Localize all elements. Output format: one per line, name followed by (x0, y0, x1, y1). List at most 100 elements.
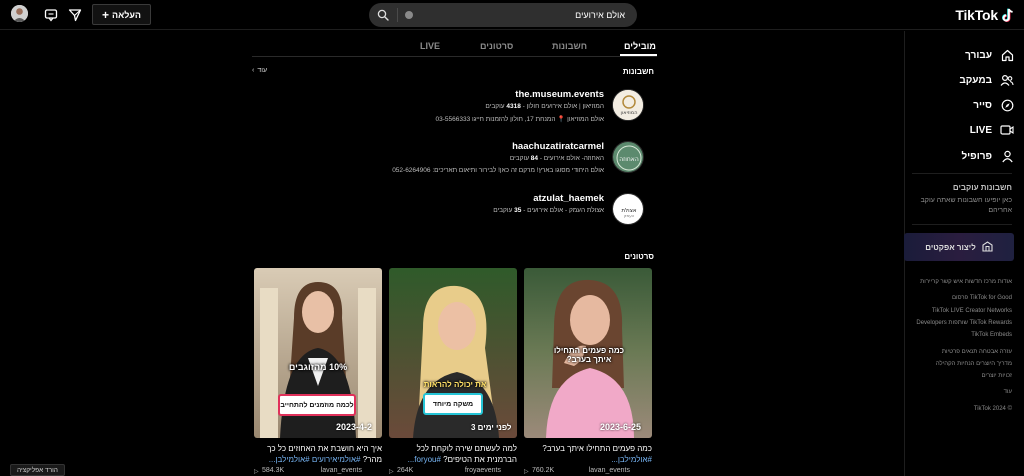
upload-button[interactable]: + העלאה (92, 4, 151, 25)
search-bar (369, 3, 637, 27)
video-card[interactable]: 10% מהזוגבים לכמה מוזמנים להתחייב 2023-4… (254, 268, 382, 476)
play-icon: ▷ (389, 469, 394, 475)
nav-live[interactable]: LIVE (970, 121, 1014, 139)
copyright: © TikTok 2024 (973, 406, 1012, 412)
see-more-link[interactable]: ‹ עוד (252, 67, 267, 74)
video-overlay-text: 10% מהזוגבים (288, 362, 348, 372)
account-avatar: אצולת העמק (612, 193, 644, 225)
tiktok-logo[interactable]: TikTok (955, 6, 1014, 24)
video-date: 2023-4-2 (336, 422, 373, 432)
video-caption[interactable]: איך היא חושבת את האחוזים כל כך מהר? #אול… (254, 443, 382, 465)
play-icon: ▷ (254, 469, 259, 475)
search-icon (377, 9, 389, 21)
upload-label: העלאה (112, 9, 142, 20)
video-date: 2023-6-25 (600, 422, 642, 432)
tab-videos[interactable]: סרטונים (480, 41, 513, 51)
footer-more-link[interactable]: עוד (1004, 389, 1012, 395)
account-avatar: המוזיאון (612, 89, 644, 121)
sidebar-divider (912, 224, 1012, 225)
account-subtitle: אצולת העמק - אולם אירועים - 35 עוקבים (493, 207, 604, 214)
video-meta: ▷ 760.2K lavan_events (524, 467, 652, 476)
nav-for-you[interactable]: עבורך (965, 46, 1014, 64)
create-effects-button[interactable]: ליצור אפקטים (904, 233, 1014, 261)
account-username: the.museum.events (515, 89, 604, 100)
clear-search-icon[interactable] (405, 11, 413, 19)
video-overlay-text: כמה פעמים התחילו איתך בערב? (553, 346, 625, 364)
video-thumbnail[interactable]: את יכולה להראות משקה מיוחד לפני ימים 3 (389, 268, 517, 438)
tiktok-note-icon (1002, 8, 1013, 22)
account-username: haachuzatiratcarmel (512, 141, 604, 152)
accounts-section-title: חשבונות (622, 67, 654, 76)
video-sticker: לכמה מוזמנים להתחייב (278, 394, 356, 416)
account-avatar: האחוזה (612, 141, 644, 173)
account-bio: אולם היחודי מסוגו בארץ! מרקם זה כאן! לבי… (392, 167, 604, 174)
tabs-border (252, 56, 657, 57)
videos-section-title: סרטונים (624, 252, 654, 261)
video-card[interactable]: את יכולה להראות משקה מיוחד לפני ימים 3 ל… (389, 268, 517, 476)
active-tab-indicator (620, 54, 657, 56)
video-caption[interactable]: למה לעשתם שירה לוקחת לכל הברמנית את הטיפ… (389, 443, 517, 465)
person-icon (1000, 149, 1014, 163)
account-row[interactable]: המוזיאון the.museum.events המוזיאון | או… (384, 89, 644, 129)
tab-accounts[interactable]: חשבונות (552, 41, 587, 51)
following-note: כאן יופיעו חשבונות שאתה עוקב אחריהם (920, 197, 1012, 214)
video-overlay-text: את יכולה להראות (423, 380, 487, 389)
nav-label: עבורך (965, 49, 992, 61)
nav-profile[interactable]: פרופיל (961, 147, 1014, 165)
inbox-icon[interactable] (44, 8, 58, 22)
messages-icon[interactable] (68, 8, 82, 22)
following-heading: חשבונות עוקבים (952, 183, 1012, 192)
video-sticker: משקה מיוחד (423, 393, 483, 415)
account-row[interactable]: האחוזה haachuzatiratcarmel האחוזה- אולם … (384, 141, 644, 181)
chevron-left-icon: ‹ (252, 67, 255, 74)
footer-links-row[interactable]: זכויות יוצרים (981, 373, 1012, 379)
video-meta: ▷ 584.3K lavan_events (254, 467, 382, 476)
video-caption[interactable]: כמה פעמים התחילו איתך בערב? #אולמילבן... (524, 443, 652, 465)
video-author[interactable]: lavan_events (321, 467, 362, 474)
search-button[interactable] (369, 3, 397, 27)
search-input[interactable] (425, 3, 625, 27)
right-sidebar: עבורך במעקב סייר LIVE פרופיל חשבונות עוק… (904, 31, 1024, 476)
top-header: + העלאה TikTok (0, 0, 1024, 30)
account-subtitle: האחוזה- אולם אירועים - 84 עוקבים (509, 155, 604, 162)
footer-links-row[interactable]: מדריך היוצרים הנחיות הקהילה (936, 361, 1012, 367)
video-meta: ▷ 264K froyaevents (389, 467, 517, 476)
play-icon: ▷ (524, 469, 529, 475)
get-app-button[interactable]: הורד אפליקציה (10, 464, 65, 476)
live-icon (1000, 123, 1014, 137)
nav-label: סייר (973, 99, 992, 111)
footer-links-row[interactable]: TikTok Embeds (971, 332, 1012, 338)
footer-links-row[interactable]: עזרה אבטחה תנאים פרטיות (942, 349, 1012, 355)
nav-label: במעקב (959, 74, 992, 86)
effects-label: ליצור אפקטים (925, 242, 976, 252)
footer-links-row[interactable]: אודות מרכז חדשות איש קשר קריירות (920, 279, 1012, 285)
footer-links-row[interactable]: TikTok LIVE Creator Networks (932, 308, 1012, 314)
footer-links-row[interactable]: TikTok for Good פרסום (952, 295, 1012, 301)
nav-following[interactable]: במעקב (959, 71, 1014, 89)
video-thumbnail[interactable]: 10% מהזוגבים לכמה מוזמנים להתחייב 2023-4… (254, 268, 382, 438)
video-author[interactable]: lavan_events (589, 467, 630, 474)
nav-explore[interactable]: סייר (973, 96, 1014, 114)
video-views: 760.2K (532, 467, 555, 474)
logo-text: TikTok (955, 7, 998, 23)
video-views: 264K (397, 467, 414, 474)
user-avatar[interactable] (11, 5, 28, 22)
plus-icon: + (101, 7, 109, 22)
users-icon (1000, 73, 1014, 87)
sidebar-divider (912, 173, 1012, 174)
svg-text:העמק: העמק (624, 213, 635, 218)
account-subtitle: המוזיאון | אולם אירועים חולון - 4318 עוק… (485, 103, 604, 110)
tab-top[interactable]: מובילים (624, 41, 656, 51)
account-username: atzulat_haemek (533, 193, 604, 204)
video-author[interactable]: froyaevents (465, 467, 501, 474)
nav-label: LIVE (969, 124, 992, 136)
footer-links-row[interactable]: TikTok Rewards שותפות Developers (916, 320, 1012, 326)
video-thumbnail[interactable]: כמה פעמים התחילו איתך בערב? 2023-6-25 (524, 268, 652, 438)
tab-live[interactable]: LIVE (420, 41, 440, 51)
search-divider (397, 8, 398, 22)
compass-icon (1000, 98, 1014, 112)
account-row[interactable]: אצולת העמק atzulat_haemek אצולת העמק - או… (384, 193, 644, 233)
video-card[interactable]: כמה פעמים התחילו איתך בערב? 2023-6-25 כמ… (524, 268, 652, 476)
video-views: 584.3K (262, 467, 285, 474)
effects-icon (982, 240, 993, 254)
